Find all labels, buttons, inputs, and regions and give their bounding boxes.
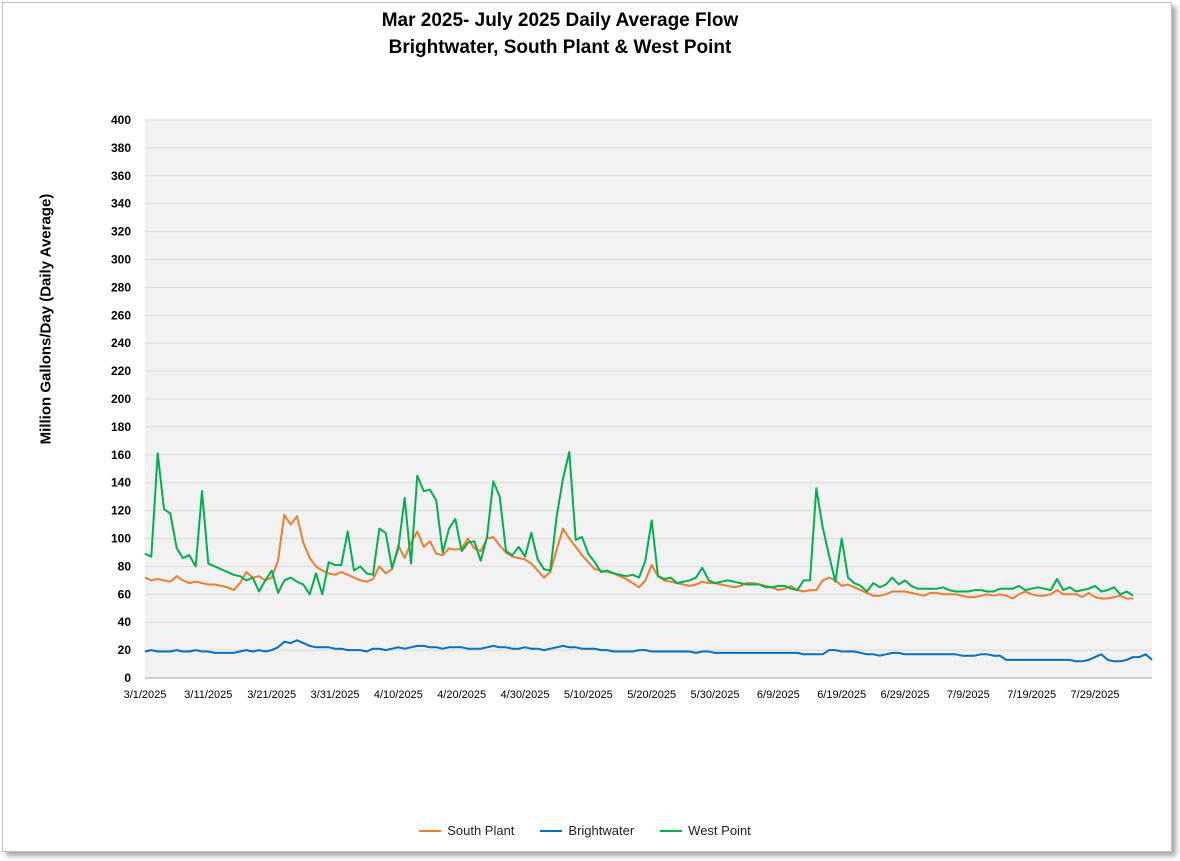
- y-tick-label: 380: [111, 141, 131, 155]
- legend-label: West Point: [688, 823, 751, 838]
- x-tick-label: 5/10/2025: [564, 689, 613, 701]
- x-tick-label: 7/19/2025: [1007, 689, 1056, 701]
- x-tick-label: 6/9/2025: [757, 689, 800, 701]
- x-tick-labels: 3/1/2025 3/11/2025 3/21/2025 3/31/2025 4/10/…: [124, 689, 1120, 701]
- y-tick-label: 340: [111, 197, 131, 211]
- x-tick-label: 5/20/2025: [627, 689, 676, 701]
- y-tick-label: 240: [111, 336, 131, 350]
- legend-label: Brightwater: [568, 823, 635, 838]
- y-tick-label: 180: [111, 420, 131, 434]
- x-tick-label: 6/19/2025: [817, 689, 866, 701]
- legend-item-south-plant: South Plant: [419, 823, 514, 838]
- y-tick-label: 200: [111, 392, 131, 406]
- x-tick-label: 4/30/2025: [501, 689, 550, 701]
- x-tick-label: 3/11/2025: [184, 689, 232, 701]
- legend-item-west-point: West Point: [660, 823, 751, 838]
- legend: South Plant Brightwater West Point: [0, 823, 1170, 838]
- y-tick-label: 100: [111, 532, 131, 546]
- x-tick-label: 3/1/2025: [124, 689, 167, 701]
- legend-swatch: [540, 829, 563, 832]
- y-tick-label: 260: [111, 308, 131, 322]
- x-tick-label: 7/9/2025: [947, 689, 990, 701]
- line-chart: 0 20 40 60 80 100 120 140 160 180 200 220 240 260 280 3…: [111, 113, 1153, 701]
- y-tick-label: 120: [111, 504, 131, 518]
- x-tick-label: 5/30/2025: [691, 689, 740, 701]
- y-tick-label: 60: [118, 587, 132, 601]
- y-tick-label: 400: [111, 113, 131, 127]
- x-tick-label: 6/29/2025: [881, 689, 930, 701]
- x-tick-label: 4/20/2025: [437, 689, 486, 701]
- y-tick-labels: 0 20 40 60 80 100 120 140 160 180 200 220 240 260 280 3…: [111, 113, 131, 685]
- legend-item-brightwater: Brightwater: [540, 823, 634, 838]
- y-tick-label: 80: [118, 559, 132, 573]
- y-tick-label: 300: [111, 253, 131, 267]
- y-tick-label: 360: [111, 169, 131, 183]
- legend-label: South Plant: [447, 823, 515, 838]
- x-tick-label: 4/10/2025: [374, 689, 423, 701]
- y-tick-label: 40: [118, 615, 132, 629]
- x-tick-label: 3/21/2025: [247, 689, 296, 701]
- y-tick-label: 320: [111, 225, 131, 239]
- y-tick-label: 140: [111, 476, 131, 490]
- legend-swatch: [660, 829, 683, 832]
- x-tick-label: 3/31/2025: [311, 689, 360, 701]
- y-tick-label: 0: [124, 671, 131, 685]
- y-tick-label: 160: [111, 448, 131, 462]
- x-tick-label: 7/29/2025: [1071, 689, 1120, 701]
- y-tick-label: 280: [111, 280, 131, 294]
- y-tick-label: 20: [118, 643, 132, 657]
- y-tick-label: 220: [111, 364, 131, 378]
- legend-swatch: [419, 829, 442, 832]
